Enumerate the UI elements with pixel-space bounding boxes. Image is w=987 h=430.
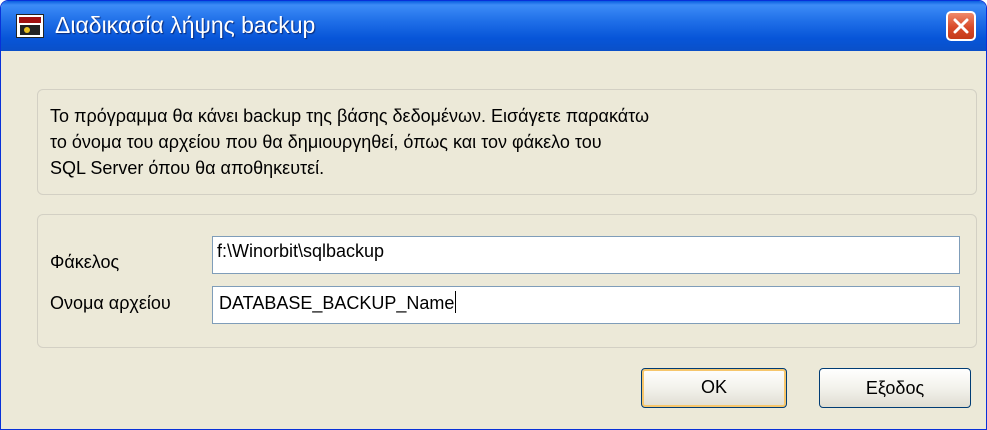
ok-button[interactable]: OK bbox=[641, 368, 787, 408]
info-line: SQL Server όπου θα αποθηκευτεί. bbox=[50, 158, 325, 178]
text-caret bbox=[455, 291, 457, 313]
folder-input-value: f:\Winorbit\sqlbackup bbox=[217, 241, 385, 261]
info-text: Το πρόγραμμα θα κάνει backup της βάσης δ… bbox=[50, 103, 950, 181]
folder-input[interactable]: f:\Winorbit\sqlbackup bbox=[212, 236, 960, 274]
info-line: το όνομα του αρχείου που θα δημιουργηθεί… bbox=[50, 132, 602, 152]
title-bar[interactable]: Διαδικασία λήψης backup bbox=[1, 1, 986, 51]
info-line: Το πρόγραμμα θα κάνει backup της βάσης δ… bbox=[50, 106, 650, 126]
backup-dialog: Διαδικασία λήψης backup Το πρόγραμμα θα … bbox=[0, 0, 987, 430]
info-panel: Το πρόγραμμα θα κάνει backup της βάσης δ… bbox=[37, 89, 977, 195]
close-button[interactable] bbox=[946, 11, 976, 41]
filename-input-value: DATABASE_BACKUP_Name bbox=[219, 293, 455, 313]
window-title: Διαδικασία λήψης backup bbox=[55, 12, 316, 38]
exit-button[interactable]: Εξοδος bbox=[819, 368, 971, 408]
app-logo-icon[interactable] bbox=[16, 14, 44, 38]
close-icon bbox=[953, 18, 969, 34]
filename-input[interactable]: DATABASE_BACKUP_Name bbox=[212, 286, 960, 324]
folder-label: Φάκελος bbox=[50, 252, 120, 272]
form-panel: Φάκελος f:\Winorbit\sqlbackup Ονομα αρχε… bbox=[37, 214, 977, 348]
filename-label: Ονομα αρχείου bbox=[50, 293, 171, 313]
